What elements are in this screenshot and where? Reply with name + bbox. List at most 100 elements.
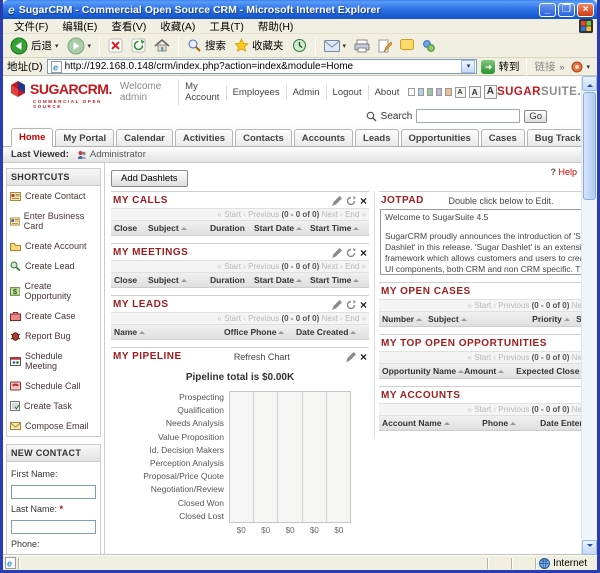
tab-cases[interactable]: Cases [481,129,525,146]
edit-pencil-icon[interactable] [346,352,356,362]
column-number[interactable]: Number [382,314,428,324]
tab-leads[interactable]: Leads [355,129,398,146]
column-amount[interactable]: Amount [464,366,516,376]
jotpad-textarea[interactable]: Welcome to SugarSuite 4.5 SugarCRM proud… [380,209,581,275]
edit-button[interactable] [375,38,395,54]
sugarcrm-logo[interactable]: SUGARCRM. COMMERCIAL OPEN SOURCE [9,79,112,125]
theme-swatch-orange[interactable] [445,88,451,96]
close-button[interactable]: × [577,3,594,17]
tab-bug-tracker[interactable]: Bug Tracker [527,129,581,146]
column-close[interactable]: Close [114,223,148,233]
column-start-time[interactable]: Start Time [310,275,366,285]
theme-swatch-white[interactable] [408,88,414,96]
address-dropdown-icon[interactable]: ▾ [461,60,475,73]
column-start-date[interactable]: Start Date [254,223,310,233]
search-input[interactable] [416,109,520,123]
msn-button[interactable] [419,38,439,54]
column-office-phone[interactable]: Office Phone [224,327,296,337]
print-button[interactable] [351,38,373,54]
minimize-button[interactable]: _ [539,3,556,17]
refresh-icon[interactable] [346,248,356,258]
pagination[interactable]: « Start ‹ Previous (0 - 0 of 0) Next › E… [111,312,369,325]
tab-opportunities[interactable]: Opportunities [401,129,479,146]
close-dashlet-icon[interactable]: × [360,196,367,206]
shortcut-schedule-meeting[interactable]: Schedule Meeting [7,346,100,376]
column-start-time[interactable]: Start Time [310,223,366,233]
menu-edit[interactable]: 编辑(E) [55,19,104,34]
history-button[interactable] [289,37,310,54]
column-priority[interactable]: Priority [532,314,576,324]
menu-favorites[interactable]: 收藏(A) [153,19,202,34]
close-dashlet-icon[interactable]: × [360,300,367,310]
messenger-button[interactable] [397,38,417,53]
column-expected-close-date[interactable]: Expected Close Date [516,366,581,376]
last-viewed-item[interactable]: Administrator [77,149,146,160]
add-dashlets-button[interactable]: Add Dashlets [111,170,188,187]
first-name-field[interactable] [11,485,96,499]
shortcut-create-case[interactable]: Create Case [7,306,100,326]
back-dropdown-icon[interactable]: ▾ [55,42,59,50]
scroll-up-icon[interactable] [582,76,597,91]
column-date-entered[interactable]: Date Entered [540,418,581,428]
column-phone[interactable]: Phone [482,418,540,428]
shortcut-create-opportunity[interactable]: $ Create Opportunity [7,276,100,306]
font-size-large-button[interactable]: A [484,85,497,99]
back-button[interactable]: 后退 ▾ [7,36,62,56]
link-admin[interactable]: Admin [286,85,326,100]
column-subject[interactable]: Subject [428,314,532,324]
column-status[interactable]: Status [576,314,581,324]
column-subject[interactable]: Subject [148,275,210,285]
pagination[interactable]: « Start ‹ Previous (0 - 0 of 0) Next › E… [379,403,581,416]
mail-button[interactable]: ▾ [321,39,350,53]
column-date-created[interactable]: Date Created [296,327,366,337]
edit-pencil-icon[interactable] [332,248,342,258]
column-name[interactable]: Name [114,327,224,337]
tab-contacts[interactable]: Contacts [235,129,292,146]
column-subject[interactable]: Subject [148,223,210,233]
column-account-name[interactable]: Account Name [382,418,482,428]
font-size-medium-button[interactable]: A [469,86,481,99]
stop-button[interactable] [105,37,126,54]
tab-home[interactable]: Home [11,128,53,147]
shortcut-enter-business-card[interactable]: Enter Business Card [7,206,100,236]
column-start-date[interactable]: Start Date [254,275,310,285]
theme-swatch-purple[interactable] [436,88,442,96]
refresh-icon[interactable] [346,196,356,206]
browser-scrollbar[interactable] [581,76,597,555]
forward-button[interactable]: ▾ [64,36,95,56]
refresh-button[interactable] [128,37,149,54]
column-opportunity-name[interactable]: Opportunity Name [382,366,464,376]
edit-pencil-icon[interactable] [332,300,342,310]
link-about[interactable]: About [368,85,406,100]
help-link[interactable]: ? Help [550,167,577,177]
close-dashlet-icon[interactable]: × [360,248,367,258]
shortcut-create-lead[interactable]: Create Lead [7,256,100,276]
scroll-thumb[interactable] [583,92,596,200]
theme-swatch-blue[interactable] [418,88,424,96]
close-dashlet-icon[interactable]: × [360,352,367,362]
search-button[interactable]: 搜索 [184,37,229,54]
theme-swatch-green[interactable] [427,88,433,96]
link-employees[interactable]: Employees [226,85,286,100]
refresh-chart-link[interactable]: Refresh Chart [182,352,342,362]
menu-tools[interactable]: 工具(T) [202,19,250,34]
shortcut-create-task[interactable]: Create Task [7,396,100,416]
pagination[interactable]: « Start ‹ Previous (0 - 0 of 0) Next › E… [111,260,369,273]
pagination[interactable]: « Start ‹ Previous (0 - 0 of 0) Next › E… [379,351,581,364]
refresh-icon[interactable] [346,300,356,310]
link-my-account[interactable]: My Account [178,79,226,105]
shortcut-compose-email[interactable]: Compose Email [7,416,100,436]
column-duration[interactable]: Duration [210,275,254,285]
tab-accounts[interactable]: Accounts [294,129,353,146]
menu-file[interactable]: 文件(F) [7,19,55,34]
shortcut-schedule-call[interactable]: Schedule Call [7,376,100,396]
links-chevron-icon[interactable]: » [559,62,564,72]
scroll-down-icon[interactable] [582,540,597,555]
column-duration[interactable]: Duration [210,223,254,233]
tab-my-portal[interactable]: My Portal [55,129,114,146]
menu-view[interactable]: 查看(V) [104,19,153,34]
pagination[interactable]: « Start ‹ Previous (0 - 0 of 0) Next › E… [379,299,581,312]
home-button[interactable] [151,37,173,54]
pagination[interactable]: « Start ‹ Previous (0 - 0 of 0) Next › E… [111,208,369,221]
menu-help[interactable]: 帮助(H) [251,19,301,34]
